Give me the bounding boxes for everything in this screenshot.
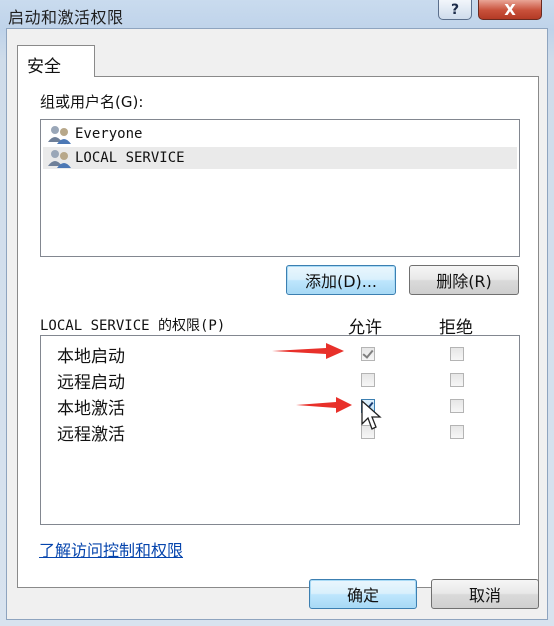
groups-label: 组或用户名(G): xyxy=(40,93,144,111)
deny-checkbox[interactable] xyxy=(450,373,464,387)
security-tab-panel: 组或用户名(G): Everyone LOCAL SERVICE 添加(D)..… xyxy=(17,76,539,588)
add-button[interactable]: 添加(D)... xyxy=(286,265,396,295)
user-name: Everyone xyxy=(75,126,143,142)
permissions-label: LOCAL SERVICE 的权限(P) xyxy=(40,318,226,334)
dialog-window: 启动和激活权限 ? X 安全 组或用户名(G): Everyone LOCAL … xyxy=(0,0,554,626)
remove-button[interactable]: 删除(R) xyxy=(409,265,519,295)
close-icon: X xyxy=(504,0,516,19)
dialog-client-area: 安全 组或用户名(G): Everyone LOCAL SERVICE 添加(D… xyxy=(6,28,548,620)
permission-row: 本地激活 xyxy=(41,392,519,419)
list-item-everyone[interactable]: Everyone xyxy=(43,123,517,145)
groups-listbox[interactable]: Everyone LOCAL SERVICE xyxy=(40,119,520,257)
learn-access-control-link[interactable]: 了解访问控制和权限 xyxy=(39,537,183,561)
close-button[interactable]: X xyxy=(478,0,542,20)
ok-button[interactable]: 确定 xyxy=(309,579,417,609)
deny-checkbox[interactable] xyxy=(450,399,464,413)
permission-name: 本地启动 xyxy=(57,347,125,367)
red-arrow-icon xyxy=(272,343,344,359)
help-button[interactable]: ? xyxy=(438,0,472,20)
users-icon xyxy=(48,150,71,168)
user-name: LOCAL SERVICE xyxy=(75,150,185,166)
red-arrow-icon xyxy=(296,397,352,413)
deny-checkbox[interactable] xyxy=(450,425,464,439)
permissions-list: 本地启动 远程启动 本地激活 远程激活 xyxy=(40,335,520,525)
mouse-cursor-icon xyxy=(361,400,382,430)
tab-security[interactable]: 安全 xyxy=(17,45,95,77)
list-item-local-service[interactable]: LOCAL SERVICE xyxy=(43,147,517,169)
permission-row: 远程启动 xyxy=(41,366,519,393)
cancel-button[interactable]: 取消 xyxy=(431,579,539,609)
allow-checkbox[interactable] xyxy=(361,373,375,387)
permission-name: 远程启动 xyxy=(57,373,125,393)
permission-name: 本地激活 xyxy=(57,399,125,419)
allow-checkbox[interactable] xyxy=(361,347,375,361)
tab-security-label: 安全 xyxy=(27,57,61,77)
permission-row: 远程激活 xyxy=(41,418,519,445)
window-title: 启动和激活权限 xyxy=(8,8,124,27)
permission-name: 远程激活 xyxy=(57,425,125,445)
users-icon xyxy=(48,126,71,144)
deny-checkbox[interactable] xyxy=(450,347,464,361)
help-icon: ? xyxy=(450,1,460,18)
